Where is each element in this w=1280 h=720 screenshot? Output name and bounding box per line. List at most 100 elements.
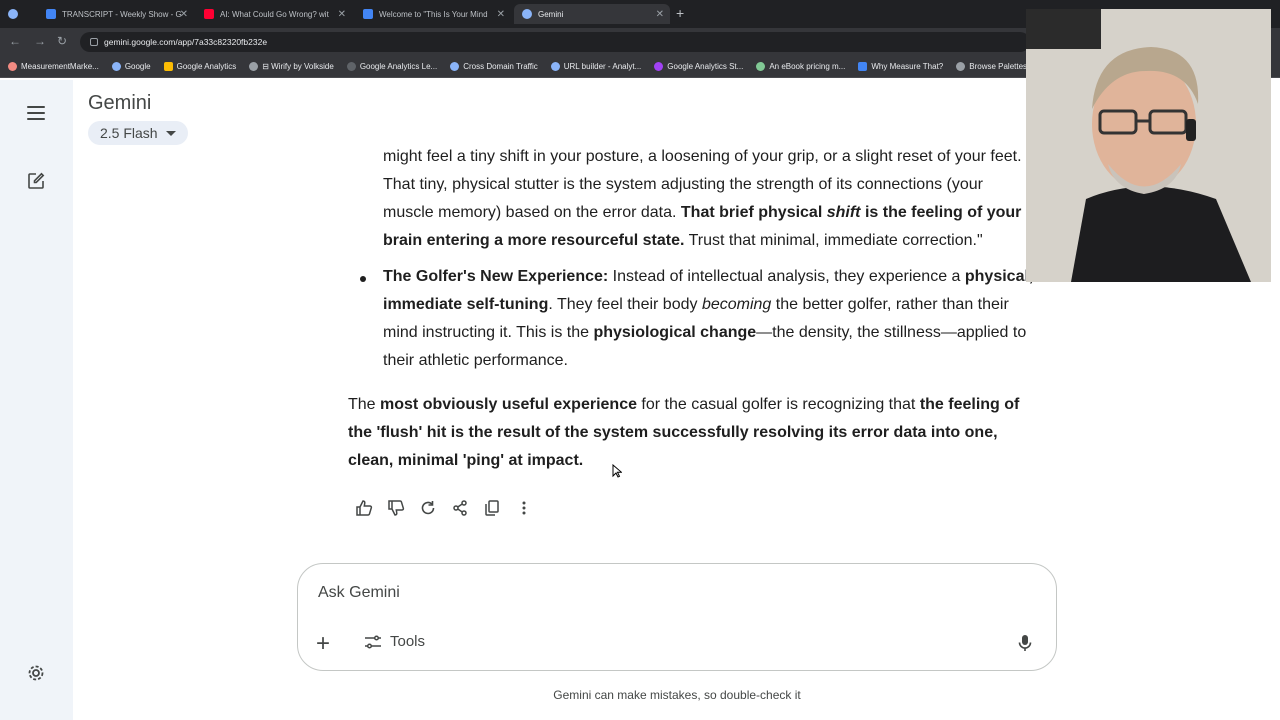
settings-gear-icon[interactable] xyxy=(25,662,47,684)
text: muscle memory) based on the error data. xyxy=(383,204,681,221)
model-selector[interactable]: 2.5 Flash xyxy=(88,121,188,145)
response-actions xyxy=(348,498,540,518)
globe-icon xyxy=(346,62,356,71)
copy-icon xyxy=(485,500,499,516)
response-line: might feel a tiny shift in your posture,… xyxy=(383,148,1022,165)
google-icon xyxy=(111,62,121,71)
prompt-placeholder[interactable]: Ask Gemini xyxy=(318,584,400,602)
add-attachment-button[interactable]: + xyxy=(316,632,330,656)
bookmark[interactable]: Google Analytics Le... xyxy=(346,62,438,71)
back-icon[interactable]: ← xyxy=(9,34,21,48)
thumbs-up-button[interactable] xyxy=(348,498,380,518)
bookmark[interactable]: URL builder - Analyt... xyxy=(550,62,641,71)
tab-transcript[interactable]: TRANSCRIPT - Weekly Show - G ✕ xyxy=(38,4,194,24)
leaf-icon xyxy=(756,62,766,71)
close-icon[interactable]: ✕ xyxy=(338,9,346,20)
regenerate-button[interactable] xyxy=(412,498,444,518)
tab-label: AI: What Could Go Wrong? wit xyxy=(220,9,329,19)
menu-icon[interactable] xyxy=(27,106,45,120)
bold-text: is the feeling of your xyxy=(860,204,1022,221)
bookmark-label: Google Analytics xyxy=(176,62,237,71)
bold-text: clean, minimal 'ping' at impact. xyxy=(348,452,584,469)
docs-icon xyxy=(363,9,373,19)
forward-icon[interactable]: → xyxy=(34,34,46,48)
google-icon xyxy=(450,62,460,71)
thumbs-down-button[interactable] xyxy=(380,498,412,518)
bookmark[interactable]: Cross Domain Traffic xyxy=(450,62,538,71)
caret-down-icon xyxy=(165,130,176,136)
tab-youtube[interactable]: AI: What Could Go Wrong? wit ✕ xyxy=(196,4,352,24)
tab-gemini-pinned[interactable] xyxy=(0,4,34,24)
bookmark-label: Cross Domain Traffic xyxy=(463,62,538,71)
tab-label: TRANSCRIPT - Weekly Show - G xyxy=(62,9,182,19)
close-icon[interactable]: ✕ xyxy=(656,9,664,20)
more-vert-icon xyxy=(522,501,526,515)
bookmark[interactable]: Google xyxy=(111,62,151,71)
plus-icon: + xyxy=(316,630,331,657)
share-button[interactable] xyxy=(444,498,476,518)
mouse-cursor-icon xyxy=(612,464,622,478)
google-icon xyxy=(550,62,560,71)
disclaimer-text: Gemini can make mistakes, so double-chec… xyxy=(553,688,801,702)
bookmark-label: Google Analytics St... xyxy=(667,62,744,71)
bookmark[interactable]: Browse Palettes :: xyxy=(956,62,1034,71)
bookmark[interactable]: Google Analytics xyxy=(163,62,237,71)
bookmark[interactable]: An eBook pricing m... xyxy=(756,62,845,71)
more-options-button[interactable] xyxy=(508,498,540,518)
bookmark[interactable]: Google Analytics St... xyxy=(654,62,743,71)
response-line: the 'flush' hit is the result of the sys… xyxy=(348,419,998,447)
tab-gemini[interactable]: Gemini ✕ xyxy=(514,4,670,24)
url-bar[interactable]: gemini.google.com/app/7a33c82320fb232e xyxy=(80,32,1030,52)
thumbs-up-icon xyxy=(356,500,373,516)
text: Instead of intellectual analysis, they e… xyxy=(608,268,965,285)
new-chat-icon[interactable] xyxy=(27,172,45,190)
url-text: gemini.google.com/app/7a33c82320fb232e xyxy=(104,37,268,47)
prompt-input-box[interactable]: Ask Gemini + Tools xyxy=(297,563,1057,671)
sidebar xyxy=(0,80,73,720)
microphone-icon[interactable] xyxy=(1018,634,1032,652)
bold-text: the feeling of xyxy=(919,396,1020,413)
bookmark-label: Google Analytics Le... xyxy=(359,62,438,71)
bookmark[interactable]: ⊟ Wirify by Volkside xyxy=(249,62,334,71)
tab-label: Gemini xyxy=(538,9,564,19)
tune-icon xyxy=(365,634,381,649)
model-label: 2.5 Flash xyxy=(100,125,158,141)
close-icon[interactable]: ✕ xyxy=(180,9,188,20)
bold-text: physiological change xyxy=(593,324,757,341)
bookmark-label: MeasurementMarke... xyxy=(21,62,99,71)
italic-text: becoming xyxy=(701,296,772,313)
close-icon[interactable]: ✕ xyxy=(497,9,505,20)
copy-button[interactable] xyxy=(476,498,508,518)
text: the better golfer, rather than their xyxy=(771,296,1009,313)
tab-welcome[interactable]: Welcome to "This Is Your Mind ✕ xyxy=(355,4,511,24)
bookmark-label: Google xyxy=(124,62,151,71)
site-info-icon[interactable] xyxy=(90,38,98,46)
response-line: mind instructing it. This is the physiol… xyxy=(383,319,1026,347)
bold-text: immediate self-tuning xyxy=(383,296,549,313)
bold-text: physical, xyxy=(964,268,1034,285)
refresh-icon xyxy=(421,501,435,515)
tab-label: Welcome to "This Is Your Mind xyxy=(379,9,488,19)
response-line: That tiny, physical stutter is the syste… xyxy=(383,176,983,193)
text: —the density, the stillness—applied to xyxy=(756,324,1027,341)
response-line: The Golfer's New Experience: Instead of … xyxy=(383,263,1033,291)
share-icon xyxy=(453,500,467,516)
response-line: muscle memory) based on the error data. … xyxy=(383,199,1021,227)
analytics-icon xyxy=(163,62,173,71)
text: . They feel their body xyxy=(548,296,702,313)
bookmark[interactable]: MeasurementMarke... xyxy=(8,62,99,71)
response-line: The most obviously useful experience for… xyxy=(348,391,1019,419)
bookmark-label: An eBook pricing m... xyxy=(769,62,846,71)
list-bullet xyxy=(360,276,366,282)
thumbs-down-icon xyxy=(388,500,405,516)
new-tab-button[interactable]: + xyxy=(676,5,684,21)
text: Trust that minimal, immediate correction… xyxy=(684,232,983,249)
reload-icon[interactable]: ↻ xyxy=(57,34,67,48)
bold-text: That brief physical xyxy=(680,204,827,221)
tools-button[interactable]: Tools xyxy=(364,633,425,650)
bold-text: The Golfer's New Experience: xyxy=(383,268,609,285)
bold-text: most obviously useful experience xyxy=(380,396,637,413)
app-title: Gemini xyxy=(88,92,152,114)
gemini-icon xyxy=(522,9,532,19)
bookmark[interactable]: Why Measure That? xyxy=(858,62,943,71)
